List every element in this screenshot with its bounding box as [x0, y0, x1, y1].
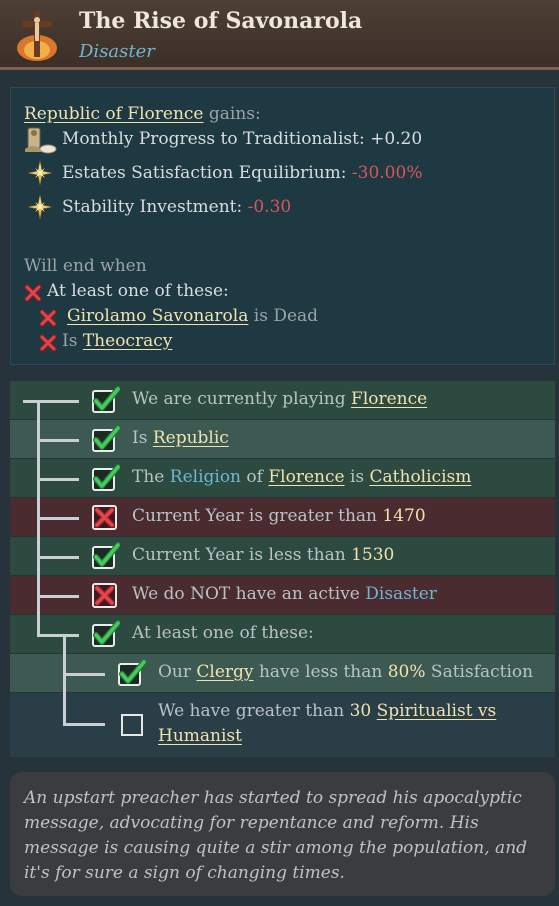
cross-icon	[90, 580, 120, 610]
condition-text: Is Republic	[132, 428, 229, 448]
end-condition-row: Is Theocracy	[62, 331, 173, 351]
tree-connector	[37, 517, 79, 520]
cross-icon	[24, 284, 42, 302]
cross-icon	[39, 334, 57, 352]
checkmark-icon	[90, 424, 120, 454]
end-condition-group: At least one of these:	[47, 281, 229, 301]
checkmark-icon	[90, 541, 120, 571]
cross-icon	[90, 502, 120, 532]
modifier-row: Monthly Progress to Traditionalist: +0.2…	[62, 129, 422, 149]
gold-star-icon	[28, 195, 52, 219]
condition-text: Current Year is greater than 1470	[132, 506, 426, 526]
checkmark-icon	[90, 619, 120, 649]
disaster-title: The Rise of Savonarola	[79, 8, 363, 34]
effects-panel: Republic of Florence gains: Monthly Prog…	[10, 87, 555, 365]
religion-link[interactable]: Religion	[170, 467, 241, 487]
disaster-header: The Rise of Savonarola Disaster	[0, 0, 559, 70]
country-link[interactable]: Republic of Florence	[24, 104, 204, 124]
modifier-row: Stability Investment: -0.30	[62, 197, 291, 217]
condition-text: At least one of these:	[132, 623, 314, 643]
flavor-description-text: An upstart preacher has started to sprea…	[24, 788, 528, 883]
condition-text: We have greater than 30 Spiritualist vs	[158, 701, 497, 721]
tree-connector	[37, 478, 79, 481]
end-when-label: Will end when	[24, 256, 147, 276]
tree-connector	[63, 634, 66, 726]
modifier-value: -0.30	[247, 197, 292, 217]
condition-text: Current Year is less than 1530	[132, 545, 395, 565]
checkmark-icon	[116, 658, 146, 688]
country-link[interactable]: Florence	[268, 467, 344, 487]
cross-icon	[39, 309, 57, 327]
modifier-label: Estates Satisfaction Equilibrium:	[62, 163, 352, 183]
flavor-description-box: An upstart preacher has started to sprea…	[10, 772, 555, 896]
axis-link[interactable]: Humanist	[158, 726, 242, 746]
religion-value-link[interactable]: Catholicism	[370, 467, 472, 487]
trigger-conditions-panel: We are currently playing Florence Is Rep…	[10, 381, 555, 757]
country-link[interactable]: Florence	[351, 389, 427, 409]
tree-connector	[37, 439, 79, 442]
estate-link[interactable]: Clergy	[196, 662, 253, 682]
gold-star-icon	[28, 161, 52, 185]
modifier-row: Estates Satisfaction Equilibrium: -30.00…	[62, 163, 422, 183]
condition-text-continued: Humanist	[158, 726, 242, 746]
effects-target-line: Republic of Florence gains:	[24, 104, 261, 124]
character-link[interactable]: Girolamo Savonarola	[67, 306, 248, 326]
empty-checkbox-icon	[121, 714, 143, 736]
crucifix-icon	[17, 11, 57, 61]
checkmark-icon	[90, 463, 120, 493]
government-link[interactable]: Republic	[153, 428, 229, 448]
tree-connector	[37, 595, 79, 598]
modifier-label: Stability Investment:	[62, 197, 248, 217]
modifier-value: -30.00%	[351, 163, 423, 183]
tree-connector	[63, 723, 105, 726]
disaster-link[interactable]: Disaster	[365, 584, 437, 604]
disaster-type-label: Disaster	[79, 41, 155, 62]
gains-label: gains:	[203, 104, 261, 124]
axis-link[interactable]: Spiritualist vs	[377, 701, 497, 721]
condition-text: We are currently playing Florence	[132, 389, 428, 409]
condition-text: Our Clergy have less than 80% Satisfacti…	[158, 662, 534, 682]
tree-connector	[23, 400, 79, 403]
tree-connector	[63, 673, 105, 676]
tree-connector	[37, 634, 79, 637]
modifier-value: +0.20	[370, 129, 423, 149]
modifier-label: Monthly Progress to Traditionalist:	[62, 129, 371, 149]
checkmark-icon	[90, 385, 120, 415]
tree-connector	[37, 556, 79, 559]
condition-text: We do NOT have an active Disaster	[132, 584, 437, 604]
government-link[interactable]: Theocracy	[83, 331, 173, 351]
end-condition-row: Girolamo Savonarola is Dead	[67, 306, 319, 326]
condition-text: The Religion of Florence is Catholicism	[132, 467, 472, 487]
traditionalist-scroll-icon	[25, 127, 57, 154]
